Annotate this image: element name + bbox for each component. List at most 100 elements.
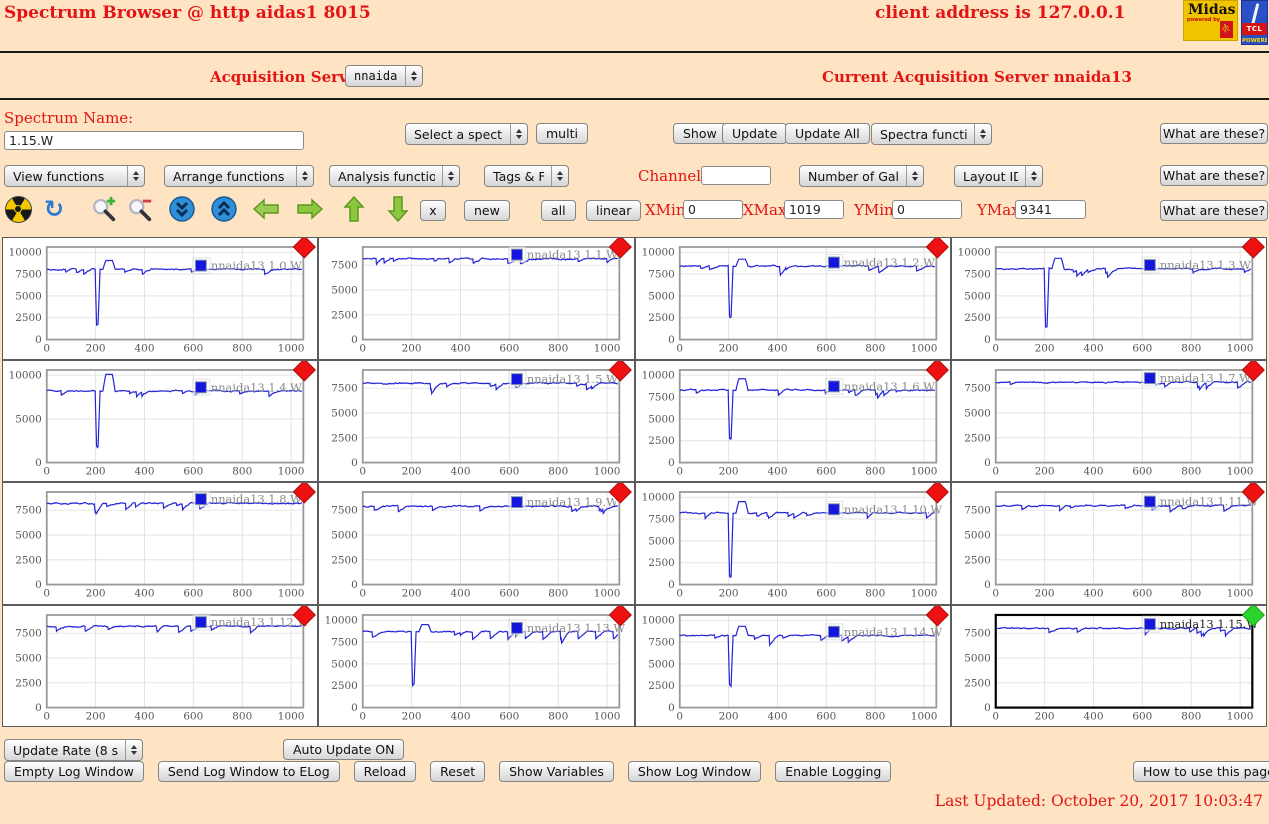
svg-text:800: 800	[549, 465, 569, 477]
refresh-icon[interactable]: ↻	[40, 195, 68, 223]
spectrum-plot: 0 2500 5000 7500 10000 0 200 400 600 800 1000 nnai…	[641, 483, 949, 600]
svg-text:400: 400	[767, 343, 787, 355]
spectrum-cell-nnaida13-1.0.W[interactable]: 0 2500 5000 7500 10000 0 200 400 600 800 1000 nnai…	[2, 237, 319, 360]
show-button[interactable]: Show	[673, 123, 727, 144]
arrow-down-icon[interactable]	[384, 195, 412, 223]
update-rate-select[interactable]: Update Rate (8 secs)	[4, 739, 143, 761]
arrow-left-icon[interactable]	[252, 195, 280, 223]
spectrum-cell-nnaida13-1.11.W[interactable]: 0 2500 5000 7500 0 200 400 600 800 1000 nnaida13 …	[950, 482, 1267, 605]
svg-text:7500: 7500	[15, 505, 42, 517]
status-diamond[interactable]	[292, 238, 316, 259]
svg-text:800: 800	[549, 710, 569, 722]
svg-text:7500: 7500	[648, 269, 675, 281]
auto-update-button[interactable]: Auto Update ON	[283, 739, 405, 760]
arrow-up-icon[interactable]	[340, 195, 368, 223]
svg-text:600: 600	[183, 588, 203, 600]
ymax-input[interactable]	[1015, 200, 1086, 219]
spectrum-cell-nnaida13-1.1.W[interactable]: 0 2500 5000 7500 0 200 400 600 800 1000 nnaida13 …	[318, 237, 635, 360]
svg-text:5000: 5000	[964, 407, 991, 419]
spectrum-cell-nnaida13-1.13.W[interactable]: 0 2500 5000 7500 10000 0 200 400 600 800 1000 nnai…	[318, 604, 635, 727]
svg-text:5000: 5000	[648, 290, 675, 302]
svg-text:7500: 7500	[648, 636, 675, 648]
spectrum-cell-nnaida13-1.6.W[interactable]: 0 2500 5000 7500 10000 0 200 400 600 800 1000 nnai…	[634, 359, 951, 482]
spectrum-name-input[interactable]	[4, 131, 304, 150]
svg-text:0: 0	[360, 710, 367, 722]
svg-text:0: 0	[668, 457, 675, 469]
svg-text:600: 600	[500, 710, 520, 722]
update-all-button[interactable]: Update All	[785, 123, 870, 144]
view-functions-select[interactable]: View functions	[4, 165, 145, 187]
svg-text:600: 600	[1132, 710, 1152, 722]
spectrum-cell-nnaida13-1.14.W[interactable]: 0 2500 5000 7500 10000 0 200 400 600 800 1000 nnai…	[634, 604, 951, 727]
spectrum-cell-nnaida13-1.9.W[interactable]: 0 2500 5000 7500 0 200 400 600 800 1000 nnaida13 …	[318, 482, 635, 605]
xmax-input[interactable]	[784, 200, 844, 219]
tags-fits-select[interactable]: Tags & Fits	[484, 165, 569, 187]
xmin-input[interactable]	[683, 200, 743, 219]
update-button[interactable]: Update	[722, 123, 788, 144]
ymin-input[interactable]	[892, 200, 962, 219]
svg-text:400: 400	[1083, 710, 1103, 722]
spectrum-cell-nnaida13-1.4.W[interactable]: 0 5000 10000 0 200 400 600 800 1000 nnaida13 1.4…	[2, 359, 319, 482]
spectrum-plot: 0 2500 5000 7500 0 200 400 600 800 1000 nnaida13 …	[15, 483, 316, 600]
svg-text:0: 0	[984, 457, 991, 469]
radiation-icon[interactable]	[4, 195, 32, 223]
number-of-galleries-select[interactable]: Number of Galleries	[799, 165, 924, 187]
spectrum-cell-nnaida13-1.10.W[interactable]: 0 2500 5000 7500 10000 0 200 400 600 800 1000 nnai…	[634, 482, 951, 605]
what-are-these-button-1[interactable]: What are these?	[1160, 123, 1268, 144]
status-diamond[interactable]	[925, 605, 949, 627]
log-button-reload[interactable]: Reload	[353, 761, 417, 782]
arrange-functions-select[interactable]: Arrange functions	[164, 165, 314, 187]
log-button-enable-logging[interactable]: Enable Logging	[775, 761, 892, 782]
all-button[interactable]: all	[541, 200, 576, 221]
new-button[interactable]: new	[464, 200, 510, 221]
status-diamond[interactable]	[925, 360, 949, 382]
status-diamond[interactable]	[292, 360, 316, 382]
acquisition-servers-select[interactable]: nnaida13	[345, 65, 423, 87]
svg-text:0: 0	[992, 343, 999, 355]
x-button[interactable]: x	[420, 200, 446, 221]
log-button-show-log-window[interactable]: Show Log Window	[627, 761, 762, 782]
spectra-functions-select[interactable]: Spectra functions	[871, 123, 992, 145]
scroll-up-icon[interactable]	[210, 195, 238, 223]
spectrum-cell-nnaida13-1.5.W[interactable]: 0 2500 5000 7500 0 200 400 600 800 1000 nnaida13 …	[318, 359, 635, 482]
svg-text:2500: 2500	[15, 312, 42, 324]
svg-text:800: 800	[865, 588, 885, 600]
log-button-empty-log-window[interactable]: Empty Log Window	[4, 761, 144, 782]
what-are-these-button-3[interactable]: What are these?	[1160, 200, 1268, 221]
spectrum-cell-nnaida13-1.7.W[interactable]: 0 2500 5000 7500 0 200 400 600 800 1000 nnaida13 …	[950, 359, 1267, 482]
svg-text:2500: 2500	[964, 432, 991, 444]
arrow-right-icon[interactable]	[296, 195, 324, 223]
tcl-powered-logo: TCL POWERED	[1241, 0, 1268, 45]
svg-text:200: 200	[402, 588, 422, 600]
spectrum-cell-nnaida13-1.12.W[interactable]: 0 2500 5000 7500 0 200 400 600 800 1000 nnaida13 …	[2, 604, 319, 727]
status-diamond[interactable]	[1241, 238, 1265, 259]
select-a-spectrum-select[interactable]: Select a spectrum	[405, 123, 528, 145]
legend-swatch	[1143, 495, 1156, 508]
layout-id-select[interactable]: Layout ID=7	[954, 165, 1043, 187]
log-button-send-log-window-to-elog[interactable]: Send Log Window to ELog	[157, 761, 340, 782]
spectrum-cell-nnaida13-1.3.W[interactable]: 0 2500 5000 7500 10000 0 200 400 600 800 1000 nnai…	[950, 237, 1267, 360]
spectrum-cell-nnaida13-1.15.W[interactable]: 0 2500 5000 7500 0 200 400 600 800 1000 nnaida13 …	[950, 604, 1267, 727]
scroll-down-icon[interactable]	[168, 195, 196, 223]
status-diamond[interactable]	[925, 483, 949, 504]
analysis-functions-select[interactable]: Analysis functions	[329, 165, 460, 187]
svg-text:0: 0	[43, 588, 50, 600]
log-button-show-variables[interactable]: Show Variables	[499, 761, 614, 782]
svg-text:200: 200	[402, 343, 422, 355]
zoom-in-icon[interactable]	[90, 195, 118, 223]
channel-input[interactable]	[701, 166, 771, 185]
linear-button[interactable]: linear	[586, 200, 642, 221]
what-are-these-button-2[interactable]: What are these?	[1160, 165, 1268, 186]
spectrum-cell-nnaida13-1.2.W[interactable]: 0 2500 5000 7500 10000 0 200 400 600 800 1000 nnai…	[634, 237, 951, 360]
legend-swatch	[194, 259, 207, 272]
how-to-use-button[interactable]: How to use this page	[1133, 761, 1269, 782]
multi-button[interactable]: multi	[536, 123, 588, 144]
spectrum-plot: 0 5000 10000 0 200 400 600 800 1000 nnaida13 1.4…	[9, 360, 316, 477]
svg-text:400: 400	[135, 710, 155, 722]
zoom-out-icon[interactable]	[126, 195, 154, 223]
tcl-logo-text: TCL	[1242, 23, 1267, 35]
svg-text:2500: 2500	[15, 554, 42, 566]
log-button-reset[interactable]: Reset	[430, 761, 486, 782]
log-button-row: Empty Log Window Send Log Window to ELog R…	[4, 761, 892, 782]
spectrum-cell-nnaida13-1.8.W[interactable]: 0 2500 5000 7500 0 200 400 600 800 1000 nnaida13 …	[2, 482, 319, 605]
